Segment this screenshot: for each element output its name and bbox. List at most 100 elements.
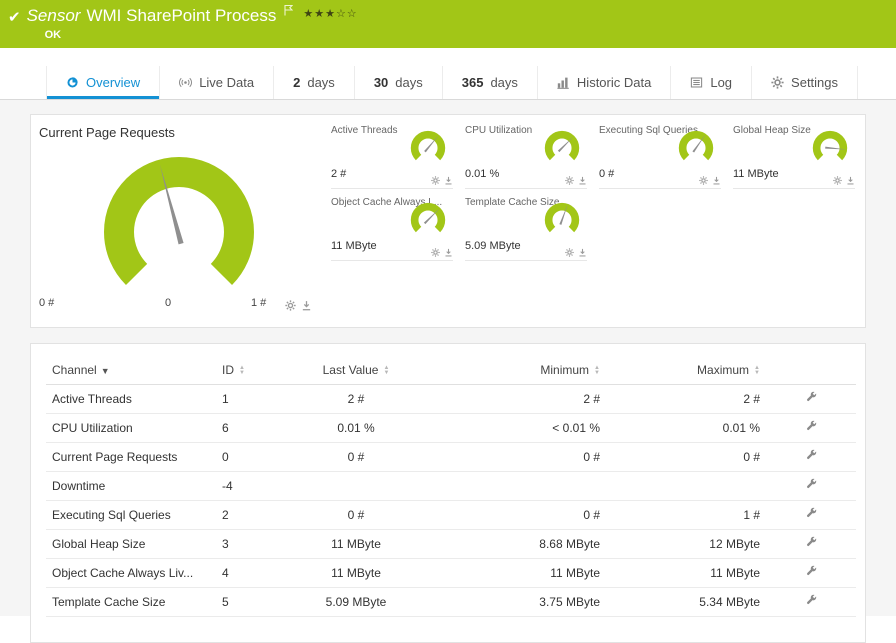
table-row: CPU Utilization 6 0.01 % < 0.01 % 0.01 %: [46, 413, 856, 443]
mini-gauge-value: 11 MByte: [331, 240, 377, 252]
gauge-download-icon[interactable]: [578, 176, 587, 185]
gauge-max-label: 1 #: [251, 297, 267, 309]
column-label: Minimum: [540, 363, 590, 377]
channel-name: Current Page Requests: [46, 442, 216, 472]
tab-label: days: [490, 75, 518, 90]
table-row: Downtime -4: [46, 471, 856, 501]
channel-settings-icon[interactable]: [805, 449, 818, 462]
gauges-panel: Current Page Requests 0 # 0 1 # Active T…: [30, 114, 866, 328]
mini-gauge-cell: Active Threads 2 #: [331, 125, 453, 189]
live-data-icon: [179, 76, 193, 89]
column-header-id[interactable]: ID ▲ ▼: [216, 354, 296, 385]
last-value: 2 #: [296, 384, 416, 414]
table-row: Executing Sql Queries 2 0 # 0 # 1 #: [46, 500, 856, 530]
mini-gauge-value: 2 #: [331, 168, 347, 180]
maximum-value: 0.01 %: [606, 413, 766, 443]
tab-label: days: [307, 75, 335, 90]
historic-data-icon: [557, 76, 570, 89]
column-label: Channel: [52, 363, 97, 377]
primary-gauge-title: Current Page Requests: [39, 125, 175, 140]
column-header-maximum[interactable]: Maximum ▲ ▼: [606, 354, 766, 385]
mini-gauge-value: 11 MByte: [733, 168, 779, 180]
mini-gauge-value: 5.09 MByte: [465, 240, 521, 252]
maximum-value: 0 #: [606, 442, 766, 472]
gauge-download-icon[interactable]: [444, 248, 453, 257]
mini-gauge-value: 0.01 %: [465, 168, 500, 180]
channel-settings-icon[interactable]: [805, 536, 818, 549]
overview-icon: [66, 76, 79, 89]
mini-gauge: [678, 130, 714, 161]
tab-2-days[interactable]: 2 days: [274, 66, 355, 99]
gauge-settings-icon[interactable]: [431, 248, 440, 257]
gauge-min-label: 0 #: [39, 297, 55, 309]
mini-gauge-value: 0 #: [599, 168, 615, 180]
gauge-download-icon[interactable]: [444, 176, 453, 185]
gauge-settings-icon[interactable]: [565, 176, 574, 185]
last-value: 0 #: [296, 442, 416, 472]
tab-log[interactable]: Log: [671, 66, 753, 99]
channel-settings-icon[interactable]: [805, 478, 818, 491]
minimum-value: 0 #: [416, 500, 606, 530]
channel-settings-icon[interactable]: [805, 391, 818, 404]
tab-30-days[interactable]: 30 days: [355, 66, 443, 99]
tab-live-data[interactable]: Live Data: [160, 66, 275, 99]
gauge-download-icon[interactable]: [578, 248, 587, 257]
last-value: 11 MByte: [296, 558, 416, 588]
tab-bar: Overview Live Data 2 days 30 days 365 days Histo…: [0, 66, 896, 100]
column-header-last-value[interactable]: Last Value ▲ ▼: [296, 354, 416, 385]
gauge-settings-icon[interactable]: [833, 176, 842, 185]
column-label: Maximum: [697, 363, 750, 377]
gauge-settings-icon[interactable]: [285, 300, 296, 311]
minimum-value: 3.75 MByte: [416, 587, 606, 617]
sort-icon: ▲ ▼: [594, 364, 600, 376]
tab-365-days[interactable]: 365 days: [443, 66, 538, 99]
mini-gauge-cell: Executing Sql Queries 0 #: [599, 125, 721, 189]
gauge-download-icon[interactable]: [301, 300, 312, 311]
minimum-value: [416, 471, 606, 501]
settings-icon: [771, 76, 784, 89]
channel-id: 3: [216, 529, 296, 559]
sensor-overview-content: Current Page Requests 0 # 0 1 # Active T…: [0, 100, 896, 643]
column-header-actions: [766, 354, 856, 385]
gauge-settings-icon[interactable]: [431, 176, 440, 185]
channel-id: 4: [216, 558, 296, 588]
column-header-channel[interactable]: Channel ▼: [46, 354, 216, 385]
gauge-settings-icon[interactable]: [565, 248, 574, 257]
channel-settings-icon[interactable]: [805, 565, 818, 578]
maximum-value: [606, 471, 766, 501]
minimum-value: 8.68 MByte: [416, 529, 606, 559]
ok-check-icon: ✔: [8, 9, 21, 26]
channel-settings-icon[interactable]: [805, 420, 818, 433]
sensor-kind-label: Sensor: [26, 6, 81, 25]
gauge-download-icon[interactable]: [846, 176, 855, 185]
priority-stars[interactable]: ★★★☆☆: [303, 7, 357, 20]
maximum-value: 11 MByte: [606, 558, 766, 588]
log-icon: [690, 76, 703, 89]
tab-settings[interactable]: Settings: [752, 66, 859, 99]
tab-number: 365: [461, 75, 484, 90]
gauge-download-icon[interactable]: [712, 176, 721, 185]
channel-name: Active Threads: [46, 384, 216, 414]
flag-icon[interactable]: [284, 3, 294, 21]
minimum-value: 0 #: [416, 442, 606, 472]
maximum-value: 2 #: [606, 384, 766, 414]
last-value: 11 MByte: [296, 529, 416, 559]
channel-name: CPU Utilization: [46, 413, 216, 443]
channel-id: 0: [216, 442, 296, 472]
tab-historic-data[interactable]: Historic Data: [538, 66, 672, 99]
tab-overview[interactable]: Overview: [46, 66, 161, 99]
channel-settings-icon[interactable]: [805, 507, 818, 520]
column-label: Last Value: [322, 363, 379, 377]
column-header-minimum[interactable]: Minimum ▲ ▼: [416, 354, 606, 385]
primary-gauge-block: Current Page Requests 0 # 0 1 #: [31, 115, 331, 327]
status-badge: OK: [44, 29, 62, 41]
tab-label: Historic Data: [576, 75, 652, 90]
minimum-value: 2 #: [416, 384, 606, 414]
channel-settings-icon[interactable]: [805, 594, 818, 607]
tab-label: days: [395, 75, 423, 90]
minimum-value: 11 MByte: [416, 558, 606, 588]
channel-name: Object Cache Always Liv...: [46, 558, 216, 588]
mini-gauge: [812, 130, 848, 161]
primary-gauge: [104, 157, 254, 286]
gauge-settings-icon[interactable]: [699, 176, 708, 185]
